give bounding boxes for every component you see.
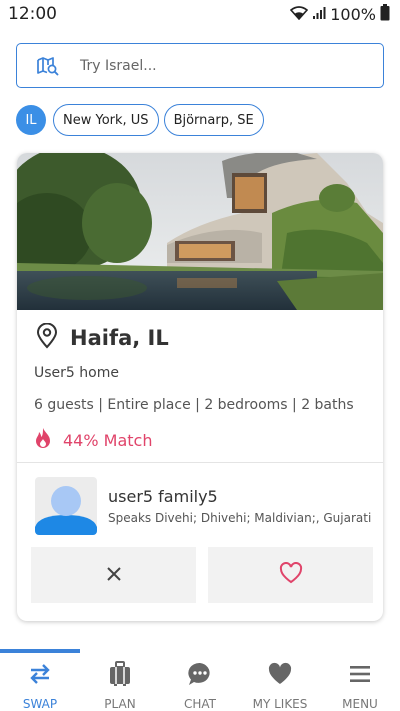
nav-my-likes[interactable]: MY LIKES (240, 653, 320, 711)
status-icons: 100% (290, 3, 390, 25)
close-icon (106, 566, 121, 585)
nav-plan[interactable]: PLAN (80, 653, 160, 711)
location-chip[interactable]: New York, US (53, 104, 159, 136)
owner-name[interactable]: user5 family5 (108, 487, 218, 506)
search-bar[interactable]: Try Israel... (16, 43, 384, 88)
listing-location: Haifa, IL (36, 322, 169, 353)
heart-icon (267, 661, 293, 687)
menu-icon (349, 661, 371, 687)
listing-card[interactable]: Haifa, IL User5 home 6 guests | Entire p… (17, 153, 383, 621)
location-chips: IL New York, US Björnarp, SE (16, 104, 264, 136)
home-name: User5 home (34, 365, 119, 381)
nav-label: MENU (342, 697, 378, 711)
status-bar: 12:00 100% (0, 0, 400, 28)
nav-menu[interactable]: MENU (320, 653, 400, 711)
wifi-icon (290, 5, 309, 24)
chat-icon (187, 661, 213, 687)
signal-icon (312, 5, 326, 24)
search-input[interactable]: Try Israel... (80, 58, 157, 74)
nav-label: SWAP (22, 697, 58, 711)
suitcase-icon (108, 661, 132, 687)
match-score: 44% Match (33, 427, 152, 453)
nav-label: MY LIKES (252, 697, 308, 711)
map-search-icon (37, 55, 59, 77)
location-pin-icon (36, 322, 58, 353)
swap-icon (28, 661, 52, 687)
battery-percent: 100% (330, 4, 376, 24)
like-button[interactable] (208, 547, 373, 603)
owner-languages: Speaks Divehi; Dhivehi; Maldivian;, Guja… (108, 511, 372, 525)
status-time: 12:00 (8, 4, 57, 24)
nav-label: PLAN (104, 697, 136, 711)
nav-label: CHAT (183, 697, 216, 711)
country-chip[interactable]: IL (16, 105, 46, 135)
listing-title: Haifa, IL (70, 326, 169, 350)
listing-photo (17, 153, 383, 310)
location-chip[interactable]: Björnarp, SE (163, 104, 264, 136)
divider (17, 462, 383, 463)
bottom-nav: SWAP PLAN CHAT MY LIKES MENU (0, 653, 400, 711)
flame-icon (33, 427, 53, 453)
listing-details: 6 guests | Entire place | 2 bedrooms | 2… (34, 397, 354, 413)
heart-outline-icon (279, 561, 303, 588)
dislike-button[interactable] (31, 547, 196, 603)
match-text: 44% Match (63, 430, 153, 450)
avatar[interactable] (35, 477, 97, 535)
nav-chat[interactable]: CHAT (160, 653, 240, 711)
nav-swap[interactable]: SWAP (0, 653, 80, 711)
battery-icon (380, 3, 390, 25)
